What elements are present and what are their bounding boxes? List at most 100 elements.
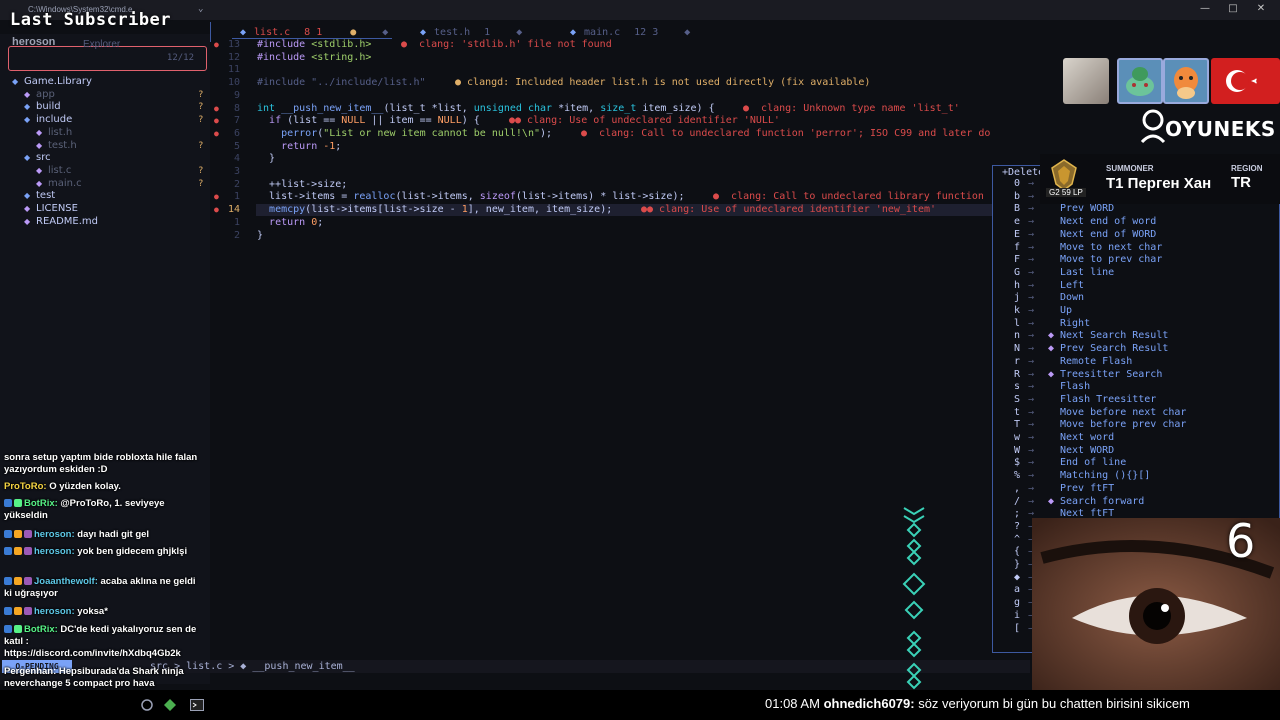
terminal-taskbar-icon[interactable] [190,696,204,711]
code-line[interactable]: } [257,153,275,166]
tree-item[interactable]: ◆ README.md [24,216,98,229]
chat-message: sonra setup yaptım bide robloxta hile fa… [4,452,200,476]
code-token: "List or new item cannot be null!\n" [323,127,540,139]
which-key-item[interactable]: r → Remote Flash [1014,356,1132,369]
minimize-button[interactable]: — [1198,2,1212,16]
which-key-item[interactable]: , → Prev ftFT [1014,483,1114,496]
chat-username[interactable]: heroson: [34,546,75,557]
which-key-item[interactable]: $ → End of line [1014,457,1126,470]
code-token: item_size) { [642,102,715,114]
file-type-icon: ◆ [420,27,427,38]
which-key-item[interactable]: E → Next end of WORD [1014,229,1156,242]
code-line[interactable]: #include <string.h> [257,52,371,65]
which-key-item[interactable]: W → Next WORD [1014,445,1114,458]
chat-username[interactable]: Joaanthewolf: [34,576,98,587]
arrow-right-icon: → [1028,330,1035,342]
which-key-item[interactable]: n → ◆ Next Search Result [1014,330,1168,343]
error-sign-icon: ● [214,116,219,126]
which-key-item[interactable]: R → ◆ Treesitter Search [1014,369,1162,382]
which-key-item[interactable]: S → Flash Treesitter [1014,394,1156,407]
tab-test-h[interactable]: ◆ test.h 1 ◆ [420,25,522,40]
which-key-item[interactable]: l → Right [1014,318,1090,331]
tree-item[interactable]: ◆ Game.Library [12,76,92,89]
chat-username[interactable]: heroson: [34,606,75,617]
arrow-right-icon: → [1028,305,1035,316]
close-button[interactable]: ✕ [1254,2,1268,16]
code-line[interactable]: int __push_new_item__(list_t *list, unsi… [257,103,715,116]
tree-item[interactable]: ◆ LICENSE [24,203,78,216]
code-token: ; [335,140,342,152]
plugin-gem-icon [1048,292,1060,305]
which-key-label: Next end of word [1060,216,1157,228]
code-line[interactable]: } [257,230,263,243]
chat-username[interactable]: heroson: [34,529,75,540]
which-key-item[interactable]: w → Next word [1014,432,1114,445]
tab-close-icon[interactable]: ◆ [382,27,388,38]
diagnostic-error: ● clang: Call to undeclared function 'pe… [581,127,990,139]
which-key-item[interactable]: B → Prev WORD [1014,203,1114,216]
which-key-label: Down [1060,292,1085,304]
code-token: memcpy [269,204,306,216]
which-key-item[interactable]: F → Move to prev char [1014,254,1162,267]
code-line[interactable]: return 0; [257,217,323,230]
code-line[interactable]: #include <stdlib.h> [257,39,371,52]
which-key-item[interactable]: j → Down [1014,292,1084,305]
which-key-label: Next Search Result [1060,330,1169,342]
plugin-gem-icon [1048,432,1060,445]
windows-taskbar-icon[interactable] [140,696,154,711]
tab-close-icon[interactable]: ◆ [684,27,690,38]
code-line[interactable]: #include "../include/list.h" [257,77,426,90]
arrow-right-icon: → [1028,482,1035,494]
tree-item[interactable]: ◆ app [24,89,55,102]
chat-username[interactable]: BotRix: [24,624,58,635]
code-line[interactable]: ++list->size; [257,179,347,192]
tree-item[interactable]: ◆ include [24,114,72,127]
tree-item[interactable]: ◆ test [24,190,55,203]
app-taskbar-icon[interactable] [164,696,176,711]
which-key-item[interactable]: s → Flash [1014,381,1090,394]
code-line[interactable]: perror("List or new item cannot be null!… [257,128,552,141]
code-line[interactable]: return -1; [257,141,341,154]
which-key-item[interactable]: G → Last line [1014,267,1114,280]
code-token: list->items = [257,191,354,203]
which-key-item[interactable]: N → ◆ Prev Search Result [1014,343,1168,356]
line-number: 12 [227,51,240,63]
tree-item[interactable]: ◆ main.c [36,178,82,191]
tree-item[interactable]: ◆ src [24,152,51,165]
chat-badge-icon [24,577,32,585]
which-key-item[interactable]: h → Left [1014,280,1084,293]
tab-close-icon[interactable]: ◆ [516,27,522,38]
which-key-item[interactable]: e → Next end of word [1014,216,1156,229]
maximize-button[interactable]: □ [1226,2,1240,16]
which-key-key: 0 [1014,178,1021,189]
which-key-item[interactable]: k → Up [1014,305,1072,318]
which-key-item[interactable]: f → Move to next char [1014,242,1162,255]
chat-username[interactable]: Pergenhan: [4,666,56,677]
code-token: <stdlib.h> [311,39,372,50]
which-key-item[interactable]: T → Move before prev char [1014,419,1186,432]
code-line[interactable]: if (list == NULL || item == NULL) { [257,115,480,128]
code-line[interactable]: memcpy(list->items[list->size - 1], new_… [257,204,612,217]
tree-item[interactable]: ◆ list.c [36,165,71,178]
chat-username[interactable]: ProToRo: [4,481,47,492]
chevron-down-icon[interactable]: ⌄ [198,4,203,14]
code-line[interactable]: list->items = realloc(list->items, sizeo… [257,191,684,204]
which-key-key: a [1014,584,1021,596]
chat-username[interactable]: BotRix: [24,498,58,509]
code-token: (list->items) * list->size); [515,191,685,203]
tree-item[interactable]: ◆ build [24,101,61,114]
chat-message: ProToRo: O yüzden kolay. [4,481,200,493]
which-key-item[interactable]: / → ◆ Search forward [1014,496,1144,509]
tab-main-c[interactable]: ◆ main.c 12 3 ◆ [570,25,690,40]
tree-item-label: main.c [48,177,82,189]
tree-item[interactable]: ◆ list.h [36,127,72,140]
which-key-item[interactable]: % → Matching (){}[] [1014,470,1150,483]
arrow-right-icon: → [1028,495,1035,507]
arrow-right-icon: → [1028,203,1035,215]
tree-item[interactable]: ◆ test.h [36,140,77,153]
which-key-item[interactable]: t → Move before next char [1014,407,1186,420]
chat-text: O yüzden kolay. [46,481,121,492]
tree-item-label: build [36,101,61,113]
